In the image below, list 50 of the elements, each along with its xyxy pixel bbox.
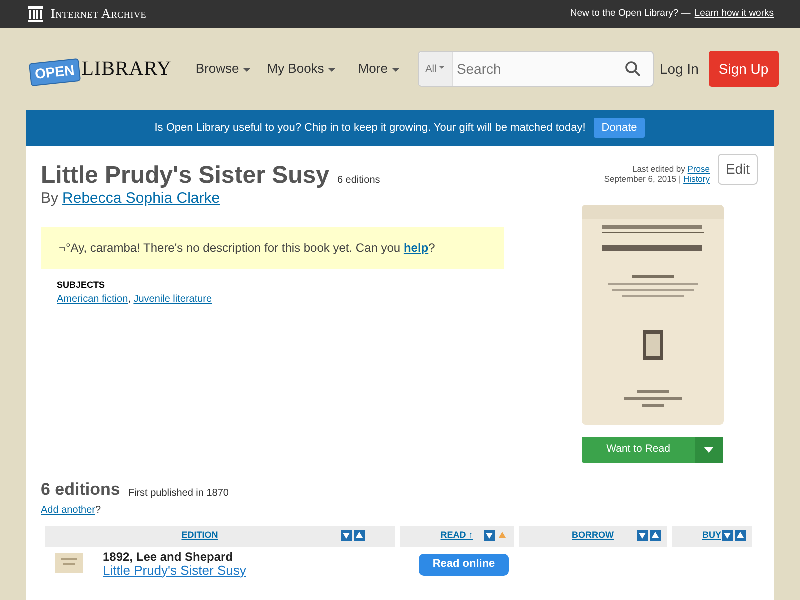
- donate-button[interactable]: Donate: [594, 118, 646, 138]
- signup-button[interactable]: Sign Up: [708, 51, 779, 87]
- sort-ascending-icon[interactable]: [650, 530, 661, 540]
- edition-publisher: 1892, Lee and Shepard: [103, 550, 234, 564]
- login-link[interactable]: Log In: [654, 58, 705, 80]
- history-link[interactable]: History: [684, 174, 710, 184]
- nav-menu[interactable]: Browse: [196, 59, 252, 79]
- column-sort-link[interactable]: BORROW: [572, 529, 614, 543]
- help-link[interactable]: help: [404, 240, 429, 254]
- learn-link[interactable]: Learn how it works: [694, 6, 774, 22]
- subject-link[interactable]: American fiction: [57, 294, 128, 305]
- nav-menu[interactable]: More: [358, 59, 400, 79]
- first-published: First published in 1870: [128, 486, 229, 500]
- column-sort-link[interactable]: BUY: [702, 529, 722, 543]
- book-title: Little Prudy's Sister Susy: [41, 164, 330, 188]
- sort-descending-icon[interactable]: [637, 530, 648, 540]
- by-label: By: [41, 189, 59, 209]
- editions-count: 6 editions: [337, 174, 380, 188]
- separator: ,: [128, 294, 132, 305]
- internet-archive-logo-text[interactable]: Internet Archive: [51, 4, 147, 24]
- editor-link[interactable]: Prose: [688, 164, 710, 174]
- subject-link[interactable]: Juvenile literature: [134, 294, 212, 305]
- column-sort-link[interactable]: READ ↑: [440, 529, 474, 543]
- column-sort-link[interactable]: EDITION: [182, 529, 218, 543]
- new-user-prompt: New to the Open Library? —: [570, 6, 691, 21]
- edit-button[interactable]: Edit: [718, 154, 758, 185]
- sort-ascending-icon[interactable]: [354, 530, 365, 540]
- search-icon[interactable]: [624, 61, 641, 77]
- subjects-heading: SUBJECTS: [57, 278, 106, 292]
- editions-heading: 6 editions: [41, 479, 120, 501]
- author-link[interactable]: Rebecca Sophia Clarke: [62, 188, 220, 210]
- open-library-logo[interactable]: OPEN LIBRARY: [30, 54, 172, 84]
- sort-descending-icon[interactable]: [484, 530, 495, 540]
- edit-date-line: September 6, 2015 | History: [604, 174, 710, 184]
- nav-menu[interactable]: My Books: [267, 59, 336, 79]
- sort-ascending-icon[interactable]: [735, 530, 746, 540]
- caret-icon: [704, 447, 714, 453]
- edition-title-link[interactable]: Little Prudy's Sister Susy: [103, 564, 410, 578]
- archive-building-icon: [28, 6, 43, 22]
- add-another-link[interactable]: Add another: [41, 504, 96, 516]
- last-edited-line: Last edited by Prose: [631, 164, 710, 174]
- sort-descending-icon[interactable]: [341, 530, 352, 540]
- search-scope-dropdown[interactable]: All: [418, 52, 453, 86]
- sort-descending-icon[interactable]: [722, 530, 733, 540]
- banner-message: Is Open Library useful to you? Chip in to keep it growing. Your gift will be matched today!: [154, 120, 586, 136]
- search-field[interactable]: All Search: [418, 51, 654, 87]
- description-text: ¬°Ay, caramba! There's no description for this book yet. Can you help?: [59, 240, 436, 256]
- want-to-read-dropdown[interactable]: [695, 437, 723, 463]
- add-another-line: Add another?: [41, 504, 102, 518]
- read-online-button[interactable]: Read online: [419, 554, 509, 576]
